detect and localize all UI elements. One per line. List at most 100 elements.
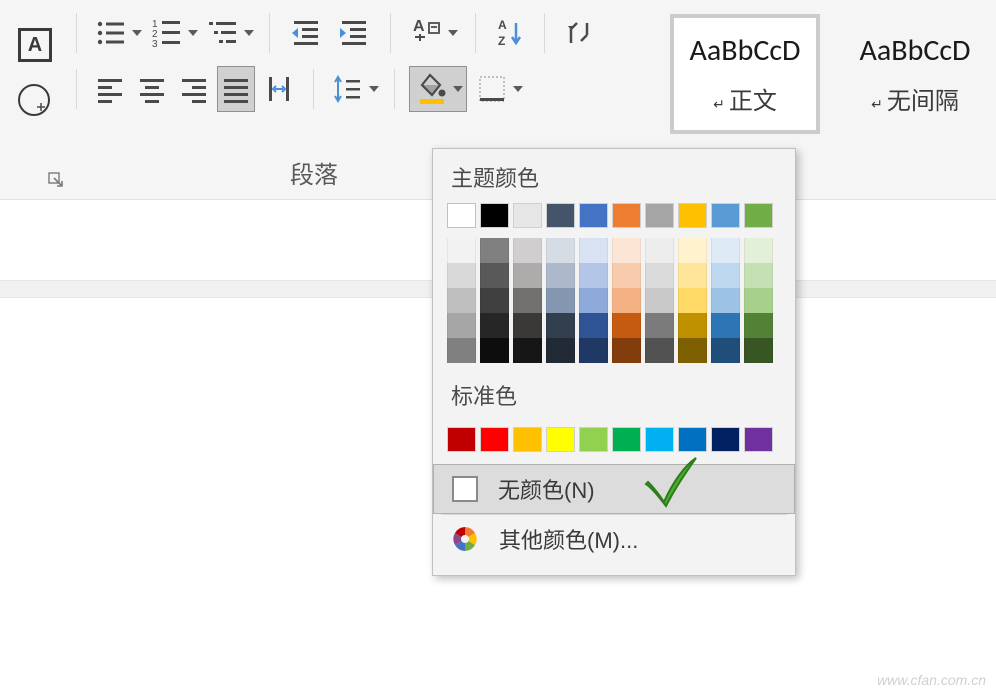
color-swatch[interactable] xyxy=(678,203,707,228)
color-swatch[interactable] xyxy=(480,238,509,263)
color-swatch[interactable] xyxy=(678,313,707,338)
shading-button[interactable] xyxy=(409,66,467,112)
color-swatch[interactable] xyxy=(513,313,542,338)
color-swatch[interactable] xyxy=(579,203,608,228)
color-swatch[interactable] xyxy=(546,313,575,338)
color-swatch[interactable] xyxy=(546,263,575,288)
styles-gallery[interactable]: AaBbCcD ↵正文 AaBbCcD ↵无间隔 xyxy=(670,0,996,140)
color-swatch[interactable] xyxy=(612,238,641,263)
color-swatch[interactable] xyxy=(645,427,674,452)
numbering-button[interactable]: 123 xyxy=(147,10,199,56)
color-swatch[interactable] xyxy=(744,427,773,452)
color-swatch[interactable] xyxy=(480,263,509,288)
color-swatch[interactable] xyxy=(579,238,608,263)
decrease-indent-button[interactable] xyxy=(284,10,328,56)
color-swatch[interactable] xyxy=(744,263,773,288)
color-swatch[interactable] xyxy=(480,288,509,313)
color-swatch[interactable] xyxy=(447,203,476,228)
color-swatch[interactable] xyxy=(711,288,740,313)
color-swatch[interactable] xyxy=(579,263,608,288)
color-swatch[interactable] xyxy=(480,427,509,452)
color-swatch[interactable] xyxy=(447,263,476,288)
justify-button[interactable] xyxy=(217,66,255,112)
style-normal[interactable]: AaBbCcD ↵正文 xyxy=(670,14,820,134)
color-swatch[interactable] xyxy=(513,263,542,288)
color-swatch[interactable] xyxy=(711,427,740,452)
color-swatch[interactable] xyxy=(513,427,542,452)
color-swatch[interactable] xyxy=(612,288,641,313)
color-swatch[interactable] xyxy=(744,238,773,263)
dialog-launcher-icon[interactable] xyxy=(48,172,64,188)
color-swatch[interactable] xyxy=(678,263,707,288)
color-swatch[interactable] xyxy=(480,338,509,363)
color-swatch[interactable] xyxy=(546,288,575,313)
color-swatch[interactable] xyxy=(645,338,674,363)
color-swatch[interactable] xyxy=(744,338,773,363)
color-swatch[interactable] xyxy=(612,338,641,363)
color-swatch[interactable] xyxy=(645,263,674,288)
color-swatch[interactable] xyxy=(645,288,674,313)
show-formatting-button[interactable] xyxy=(559,10,599,56)
color-swatch[interactable] xyxy=(579,427,608,452)
color-swatch[interactable] xyxy=(645,203,674,228)
color-swatch[interactable] xyxy=(447,427,476,452)
color-swatch[interactable] xyxy=(513,238,542,263)
style-name: ↵正文 xyxy=(713,81,777,116)
color-swatch[interactable] xyxy=(744,313,773,338)
style-name: ↵无间隔 xyxy=(871,81,959,116)
color-swatch[interactable] xyxy=(447,338,476,363)
style-no-spacing[interactable]: AaBbCcD ↵无间隔 xyxy=(840,14,990,134)
sort-button[interactable]: AZ xyxy=(490,10,530,56)
color-swatch[interactable] xyxy=(480,313,509,338)
color-swatch[interactable] xyxy=(546,203,575,228)
color-swatch[interactable] xyxy=(711,338,740,363)
color-swatch[interactable] xyxy=(447,288,476,313)
color-swatch[interactable] xyxy=(612,203,641,228)
theme-colors-label: 主题颜色 xyxy=(433,149,795,203)
color-swatch[interactable] xyxy=(678,427,707,452)
color-swatch[interactable] xyxy=(678,238,707,263)
color-swatch[interactable] xyxy=(612,263,641,288)
color-swatch[interactable] xyxy=(579,313,608,338)
more-colors-item[interactable]: 其他颜色(M)... xyxy=(433,515,795,563)
color-swatch[interactable] xyxy=(744,203,773,228)
asian-layout-button[interactable]: A xyxy=(405,10,461,56)
color-swatch[interactable] xyxy=(513,203,542,228)
color-swatch[interactable] xyxy=(744,288,773,313)
color-swatch[interactable] xyxy=(678,338,707,363)
color-swatch[interactable] xyxy=(579,288,608,313)
color-swatch[interactable] xyxy=(480,203,509,228)
color-swatch[interactable] xyxy=(546,338,575,363)
color-swatch[interactable] xyxy=(612,313,641,338)
color-swatch[interactable] xyxy=(579,338,608,363)
enclose-characters-button[interactable] xyxy=(18,84,50,116)
color-swatch[interactable] xyxy=(645,238,674,263)
color-swatch[interactable] xyxy=(447,313,476,338)
watermark-text: www.cfan.com.cn xyxy=(877,672,986,688)
character-border-button[interactable]: A xyxy=(18,28,52,62)
style-sample: AaBbCcD xyxy=(860,32,971,69)
align-center-button[interactable] xyxy=(133,66,171,112)
no-color-item[interactable]: 无颜色(N) xyxy=(433,464,795,514)
align-right-button[interactable] xyxy=(175,66,213,112)
color-swatch[interactable] xyxy=(678,288,707,313)
line-spacing-button[interactable] xyxy=(328,66,380,112)
color-swatch[interactable] xyxy=(447,238,476,263)
theme-colors-row xyxy=(433,203,795,228)
color-swatch[interactable] xyxy=(645,313,674,338)
color-swatch[interactable] xyxy=(513,288,542,313)
align-left-button[interactable] xyxy=(91,66,129,112)
borders-button[interactable] xyxy=(471,66,525,112)
color-swatch[interactable] xyxy=(546,427,575,452)
multilevel-list-button[interactable] xyxy=(203,10,255,56)
color-swatch[interactable] xyxy=(612,427,641,452)
color-swatch[interactable] xyxy=(711,263,740,288)
color-swatch[interactable] xyxy=(513,338,542,363)
color-swatch[interactable] xyxy=(711,203,740,228)
color-swatch[interactable] xyxy=(546,238,575,263)
increase-indent-button[interactable] xyxy=(332,10,376,56)
bullets-button[interactable] xyxy=(91,10,143,56)
color-swatch[interactable] xyxy=(711,238,740,263)
distribute-button[interactable] xyxy=(259,66,299,112)
color-swatch[interactable] xyxy=(711,313,740,338)
